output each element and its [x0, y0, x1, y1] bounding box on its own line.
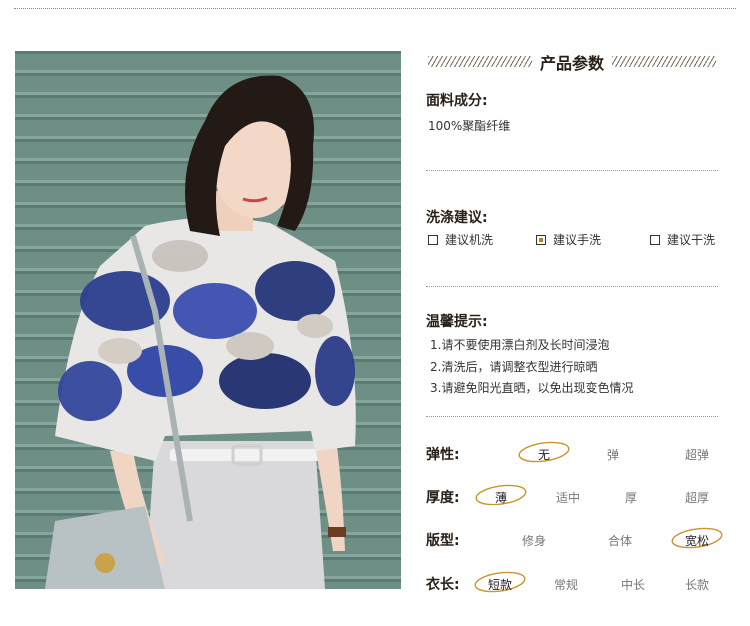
- thickness-option-extra[interactable]: 超厚: [667, 489, 727, 506]
- length-option-short[interactable]: 短款: [470, 576, 530, 593]
- wash-option-label: 建议机洗: [445, 233, 494, 247]
- length-option-regular[interactable]: 常规: [536, 576, 596, 593]
- product-photo: [15, 51, 401, 589]
- elasticity-option-stretch[interactable]: 弹: [583, 446, 643, 463]
- thickness-option-thick[interactable]: 厚: [601, 489, 661, 506]
- wash-title: 洗涤建议:: [426, 210, 488, 226]
- elasticity-option-none[interactable]: 无: [514, 446, 574, 463]
- section-heading: 产品参数: [426, 50, 718, 73]
- tips-title: 温馨提示:: [426, 314, 488, 330]
- divider-2: [426, 286, 718, 287]
- tip-line: 1.请不要使用漂白剂及长时间浸泡: [430, 338, 610, 352]
- fit-option-loose[interactable]: 宽松: [667, 532, 727, 549]
- wash-option-machine[interactable]: 建议机洗: [428, 231, 493, 248]
- thickness-label: 厚度:: [426, 490, 460, 506]
- divider-1: [426, 170, 718, 171]
- wash-options: 建议机洗 建议手洗 建议干洗: [426, 231, 718, 249]
- wash-option-label: 建议手洗: [553, 233, 602, 247]
- checkbox-icon: [650, 234, 660, 245]
- thickness-option-thin[interactable]: 薄: [471, 489, 531, 506]
- length-label: 衣长:: [426, 577, 460, 593]
- length-option-mid[interactable]: 中长: [603, 576, 663, 593]
- fit-label: 版型:: [426, 533, 460, 549]
- wash-option-label: 建议干洗: [667, 233, 716, 247]
- fit-option-regular[interactable]: 合体: [590, 532, 650, 549]
- thickness-option-medium[interactable]: 适中: [538, 489, 598, 506]
- fabric-title: 面料成分:: [426, 93, 488, 109]
- checkbox-icon: [428, 234, 438, 245]
- fabric-value: 100%聚酯纤维: [428, 119, 511, 133]
- divider-3: [426, 416, 718, 417]
- wash-option-dry[interactable]: 建议干洗: [650, 231, 715, 248]
- tip-line: 2.清洗后，请调整衣型进行晾晒: [430, 360, 598, 374]
- fit-option-slim[interactable]: 修身: [504, 532, 564, 549]
- length-option-long[interactable]: 长款: [667, 576, 727, 593]
- elasticity-option-super[interactable]: 超弹: [667, 446, 727, 463]
- elasticity-label: 弹性:: [426, 447, 460, 463]
- tip-line: 3.请避免阳光直晒，以免出现变色情况: [430, 381, 634, 395]
- checkbox-checked-icon: [536, 234, 546, 245]
- heading-right-ornament: [612, 56, 716, 67]
- top-dotted-divider: [14, 8, 736, 9]
- wash-option-hand[interactable]: 建议手洗: [536, 231, 601, 248]
